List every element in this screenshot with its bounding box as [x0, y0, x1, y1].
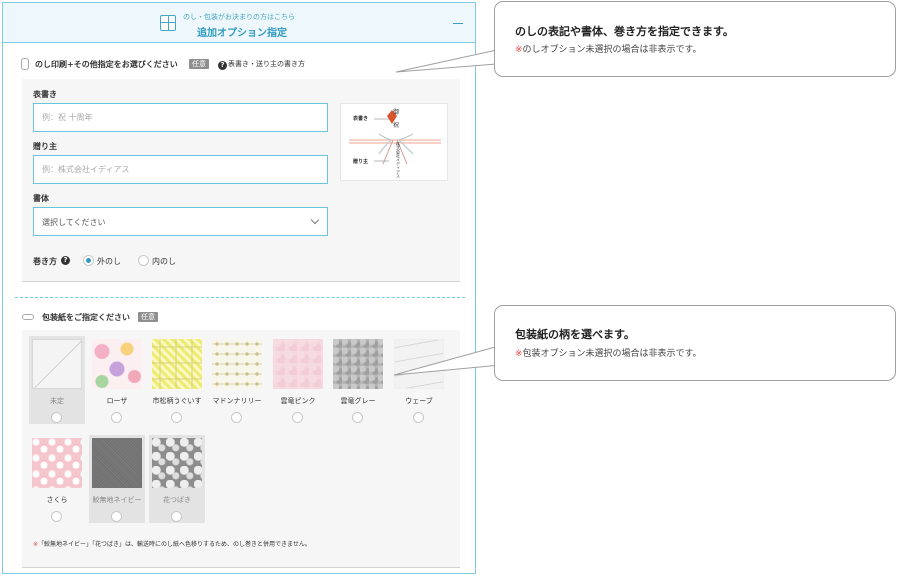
- noshi-form: 表書き 贈り主 書体 選択してください 表書き 贈り主 御 祝: [22, 79, 460, 282]
- swatch-name: 鮫無地ネイビー: [92, 496, 142, 504]
- callout-wrap-mark: ※: [515, 349, 523, 359]
- wrap-swatch-grid: 未定 ローザ 市松柄うぐいす マドンナリリー 雲竜ピンク 雲竜グレー ウェーブ …: [22, 330, 460, 568]
- swatch-name: 未定: [50, 397, 64, 405]
- swatch-image[interactable]: [152, 339, 202, 389]
- swatch-radio[interactable]: [171, 412, 182, 423]
- preview-sender-text: 株式会社イディアス: [396, 142, 401, 178]
- question-circle-icon[interactable]: ?: [61, 256, 70, 265]
- minus-icon[interactable]: [453, 23, 463, 24]
- noshi-section-header: のし印刷+その他指定をお選びください 任意 ? 表書き・送り主の書き方: [17, 57, 467, 71]
- callout-noshi-title: のしの表記や書体、巻き方を指定できます。: [515, 25, 734, 38]
- shotai-label: 書体: [33, 194, 49, 203]
- swatch-radio[interactable]: [352, 412, 363, 423]
- preview-okurinushi-tag: 贈り主: [353, 159, 369, 165]
- swatch-item[interactable]: 未定: [29, 336, 85, 424]
- optional-badge: 任意: [138, 312, 158, 322]
- swatch-radio: [171, 511, 182, 522]
- omotegaki-label: 表書き: [33, 90, 57, 99]
- section-divider: [15, 297, 465, 298]
- makikata-label: 巻き方: [33, 257, 57, 266]
- swatch-image[interactable]: [92, 339, 142, 389]
- swatch-item: 鮫無地ネイビー: [89, 435, 145, 523]
- preview-omotegaki-tag: 表書き: [353, 116, 369, 122]
- swatch-name: 雲竜ピンク: [280, 397, 316, 405]
- swatch-name: マドンナリリー: [212, 397, 262, 405]
- swatch-item[interactable]: ウェーブ: [391, 336, 447, 424]
- swatch-item[interactable]: マドンナリリー: [209, 336, 265, 424]
- callout-noshi-note-text: のしオプション未選択の場合は非表示です。: [522, 45, 702, 55]
- makikata-row: 巻き方 ? 外のし 内のし: [33, 255, 333, 267]
- radio-uchi-noshi-label[interactable]: 内のし: [152, 256, 176, 267]
- swatch-name: さくら: [46, 496, 68, 504]
- callout-wrap-note-text: 包装オプション未選択の場合は非表示です。: [522, 349, 702, 359]
- callout-noshi-mark: ※: [515, 45, 523, 55]
- swatch-radio[interactable]: [51, 412, 62, 423]
- noshi-icon: [20, 57, 29, 71]
- omotegaki-input[interactable]: [33, 103, 328, 132]
- swatch-item[interactable]: さくら: [29, 435, 85, 523]
- swatch-radio[interactable]: [292, 412, 303, 423]
- swatch-radio: [111, 511, 122, 522]
- swatch-item: 花つばき: [149, 435, 205, 523]
- swatch-radio[interactable]: [111, 412, 122, 423]
- callout-wrap-title: 包装紙の柄を選べます。: [515, 328, 635, 341]
- noshi-section-title: のし印刷+その他指定をお選びください: [35, 60, 178, 69]
- radio-soto-noshi-label[interactable]: 外のし: [97, 256, 121, 267]
- swatch-name: ウェーブ: [405, 397, 433, 405]
- swatch-image[interactable]: [212, 339, 262, 389]
- swatch-radio[interactable]: [51, 511, 62, 522]
- swatch-image[interactable]: [32, 339, 82, 389]
- panel-title: 追加オプション指定: [197, 28, 287, 39]
- callout-noshi-note: ※のしオプション未選択の場合は非表示です。: [515, 42, 702, 55]
- swatch-item[interactable]: 雲竜ピンク: [270, 336, 326, 424]
- preview-top-text: 御: [393, 109, 400, 116]
- swatch-item[interactable]: 雲竜グレー: [330, 336, 386, 424]
- okurinushi-label: 贈り主: [33, 142, 57, 151]
- radio-uchi-noshi[interactable]: [138, 255, 149, 266]
- chevron-down-icon: [310, 215, 320, 225]
- panel-header[interactable]: のし・包装がお決まりの方はこちら 追加オプション指定: [3, 3, 475, 43]
- swatch-radio[interactable]: [413, 412, 424, 423]
- preview-second-text: 祝: [393, 122, 400, 129]
- swatch-image[interactable]: [394, 339, 444, 389]
- swatch-item[interactable]: ローザ: [89, 336, 145, 424]
- shotai-select-value: 選択してください: [42, 218, 106, 227]
- note-text: 「鮫無地ネイビー」「花つばき」は、輸送時にのし紙へ色移りするため、のし巻きと併用…: [38, 541, 311, 548]
- callout-noshi: のしの表記や書体、巻き方を指定できます。 ※のしオプション未選択の場合は非表示で…: [494, 1, 896, 77]
- swatch-name: 雲竜グレー: [340, 397, 376, 405]
- swatch-name: 市松柄うぐいす: [152, 397, 202, 405]
- panel-subtitle: のし・包装がお決まりの方はこちら: [183, 13, 295, 21]
- swatch-image[interactable]: [273, 339, 323, 389]
- wrap-note: ※「鮫無地ネイビー」「花つばき」は、輸送時にのし紙へ色移りするため、のし巻きと併…: [33, 539, 311, 548]
- noshi-preview: 表書き 贈り主 御 祝 株式会社イディアス: [340, 103, 448, 181]
- swatch-name: ローザ: [106, 397, 128, 405]
- swatch-radio[interactable]: [231, 412, 242, 423]
- swatch-image[interactable]: [333, 339, 383, 389]
- optional-badge: 任意: [189, 59, 209, 69]
- question-circle-icon: ?: [218, 61, 227, 70]
- swatch-image: [152, 438, 202, 488]
- help-link[interactable]: ? 表書き・送り主の書き方: [218, 59, 305, 70]
- callout-wrap-note: ※包装オプション未選択の場合は非表示です。: [515, 346, 702, 359]
- help-link-label: 表書き・送り主の書き方: [228, 60, 305, 68]
- swatch-image: [92, 438, 142, 488]
- swatch-name: 花つばき: [163, 496, 191, 504]
- wrap-section-title: 包装紙をご指定ください: [42, 313, 130, 322]
- gift-box-icon: [160, 15, 176, 31]
- swatch-image[interactable]: [32, 438, 82, 488]
- wrap-section-header: 包装紙をご指定ください 任意: [17, 312, 467, 324]
- swatch-item[interactable]: 市松柄うぐいす: [149, 336, 205, 424]
- wrapping-paper-icon: [22, 314, 34, 320]
- callout-wrap: 包装紙の柄を選べます。 ※包装オプション未選択の場合は非表示です。: [494, 305, 896, 381]
- okurinushi-input[interactable]: [33, 155, 328, 184]
- option-panel: のし・包装がお決まりの方はこちら 追加オプション指定 のし印刷+その他指定をお選…: [2, 2, 476, 574]
- shotai-select[interactable]: 選択してください: [33, 207, 328, 236]
- radio-soto-noshi[interactable]: [83, 255, 94, 266]
